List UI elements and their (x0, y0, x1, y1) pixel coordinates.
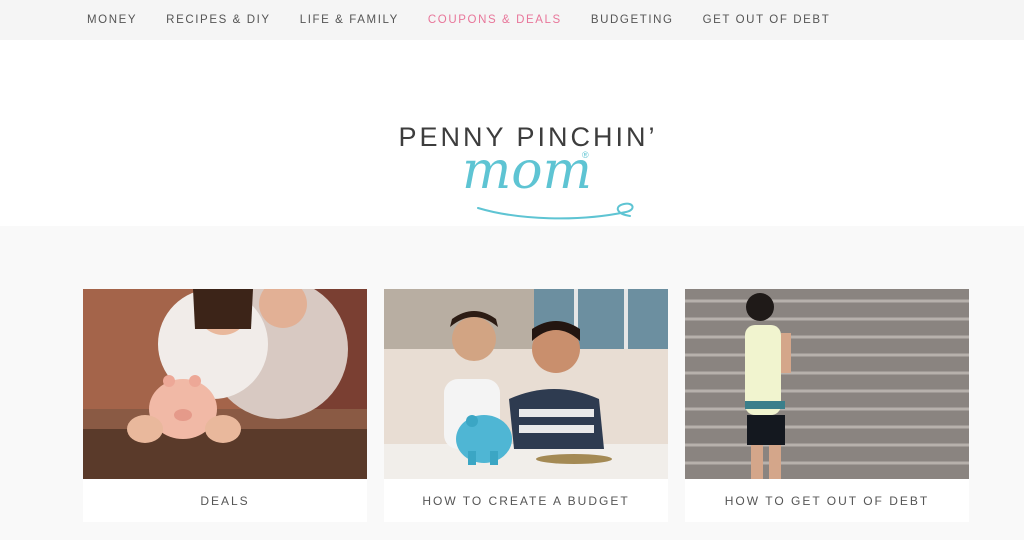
card-image-create-budget[interactable] (384, 289, 668, 479)
top-navigation: MONEY RECIPES & DIY LIFE & FAMILY COUPON… (0, 0, 1024, 40)
card-image-get-out-of-debt[interactable] (685, 289, 969, 479)
logo-registered-mark: ® (582, 150, 589, 160)
nav-item-budgeting[interactable]: BUDGETING (591, 14, 674, 26)
nav-item-get-out-of-debt[interactable]: GET OUT OF DEBT (703, 14, 831, 26)
logo-script-mom: mom ® (462, 141, 634, 220)
card-label-get-out-of-debt[interactable]: HOW TO GET OUT OF DEBT (685, 479, 969, 522)
card-create-budget[interactable]: HOW TO CREATE A BUDGET (384, 289, 668, 522)
nav-item-life-family[interactable]: LIFE & FAMILY (300, 14, 399, 26)
nav-item-recipes-diy[interactable]: RECIPES & DIY (166, 14, 271, 26)
card-label-create-budget[interactable]: HOW TO CREATE A BUDGET (384, 479, 668, 522)
nav-item-money[interactable]: MONEY (87, 14, 137, 26)
nav-item-coupons-deals[interactable]: COUPONS & DEALS (428, 14, 562, 26)
site-header: PENNY PINCHIN’ mom ® (0, 40, 1024, 226)
card-get-out-of-debt[interactable]: HOW TO GET OUT OF DEBT (685, 289, 969, 522)
logo-script-text: mom (462, 141, 592, 201)
card-label-deals[interactable]: DEALS (83, 479, 367, 522)
card-image-deals[interactable] (83, 289, 367, 479)
card-deals[interactable]: DEALS (83, 289, 367, 522)
category-cards: DEALS HOW TO CREATE A BUDGET HOW TO GET … (83, 289, 969, 522)
site-logo[interactable]: PENNY PINCHIN’ mom ® (392, 80, 664, 228)
